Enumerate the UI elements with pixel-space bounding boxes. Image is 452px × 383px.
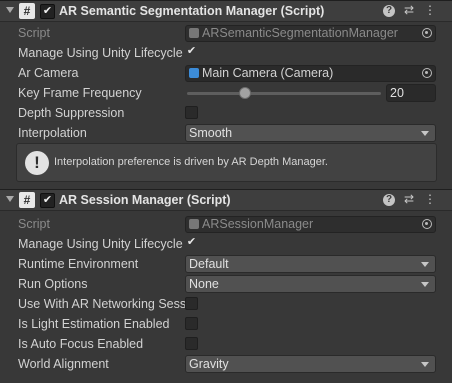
object-picker-icon <box>422 219 432 229</box>
world-alignment-value: Gravity <box>189 357 229 371</box>
foldout-arrow-icon[interactable] <box>6 7 14 13</box>
script-value: ARSemanticSegmentationManager <box>202 26 398 40</box>
component-header-semantic-segmentation[interactable]: # ✔ AR Semantic Segmentation Manager (Sc… <box>0 0 452 22</box>
manage-lifecycle-label: Manage Using Unity Lifecycle <box>18 46 183 60</box>
script-label: Script <box>18 217 50 231</box>
component-enabled-checkbox[interactable]: ✔ <box>40 193 55 208</box>
more-icon[interactable]: ⋮ <box>423 192 437 206</box>
script-icon: # <box>19 3 35 19</box>
key-frame-slider-handle[interactable] <box>239 87 252 99</box>
object-picker-icon <box>422 28 432 38</box>
component-header-session-manager[interactable]: # ✔ AR Session Manager (Script) ? ⇄ ⋮ <box>0 189 452 211</box>
script-label: Script <box>18 26 50 40</box>
world-alignment-dropdown[interactable]: Gravity <box>185 355 436 373</box>
light-estimation-label: Is Light Estimation Enabled <box>18 317 170 331</box>
world-alignment-label: World Alignment <box>18 357 109 371</box>
networking-checkbox[interactable] <box>185 297 198 310</box>
chevron-down-icon <box>421 131 429 136</box>
presets-icon[interactable]: ⇄ <box>402 3 416 17</box>
chevron-down-icon <box>421 282 429 287</box>
key-frame-label: Key Frame Frequency <box>18 86 142 100</box>
manage-lifecycle-checkbox[interactable]: ✔ <box>185 46 198 59</box>
script-icon: # <box>19 192 35 208</box>
camera-icon <box>189 68 199 78</box>
component-title: AR Semantic Segmentation Manager (Script… <box>59 4 325 18</box>
component-enabled-checkbox[interactable]: ✔ <box>40 4 55 19</box>
key-frame-slider-track[interactable] <box>187 92 381 95</box>
object-picker-icon[interactable] <box>422 68 432 78</box>
help-text: Interpolation preference is driven by AR… <box>54 156 328 168</box>
depth-suppression-label: Depth Suppression <box>18 106 125 120</box>
run-options-value: None <box>189 277 219 291</box>
script-file-icon <box>189 28 199 38</box>
manage-lifecycle-label: Manage Using Unity Lifecycle <box>18 237 183 251</box>
help-icon[interactable]: ? <box>383 194 395 206</box>
more-icon[interactable]: ⋮ <box>423 3 437 17</box>
help-icon[interactable]: ? <box>383 5 395 17</box>
script-value: ARSessionManager <box>202 217 314 231</box>
runtime-environment-label: Runtime Environment <box>18 257 139 271</box>
interpolation-label: Interpolation <box>18 126 87 140</box>
key-frame-input[interactable]: 20 <box>386 84 436 102</box>
script-field: ARSessionManager <box>185 216 436 233</box>
info-icon: ! <box>25 151 49 175</box>
auto-focus-checkbox[interactable] <box>185 337 198 350</box>
networking-label: Use With AR Networking Session <box>18 297 185 311</box>
ar-camera-label: Ar Camera <box>18 66 79 80</box>
presets-icon[interactable]: ⇄ <box>402 192 416 206</box>
chevron-down-icon <box>421 262 429 267</box>
run-options-dropdown[interactable]: None <box>185 275 436 293</box>
component-title: AR Session Manager (Script) <box>59 193 231 207</box>
runtime-environment-dropdown[interactable]: Default <box>185 255 436 273</box>
interpolation-value: Smooth <box>189 126 233 140</box>
auto-focus-label: Is Auto Focus Enabled <box>18 337 144 351</box>
run-options-label: Run Options <box>18 277 88 291</box>
runtime-environment-value: Default <box>189 257 229 271</box>
script-field: ARSemanticSegmentationManager <box>185 25 436 42</box>
chevron-down-icon <box>421 362 429 367</box>
foldout-arrow-icon[interactable] <box>6 196 14 202</box>
manage-lifecycle-checkbox[interactable]: ✔ <box>185 237 198 250</box>
script-file-icon <box>189 219 199 229</box>
depth-suppression-checkbox[interactable] <box>185 106 198 119</box>
help-box: ! Interpolation preference is driven by … <box>16 143 437 182</box>
light-estimation-checkbox[interactable] <box>185 317 198 330</box>
ar-camera-value: Main Camera (Camera) <box>202 66 334 80</box>
ar-camera-field[interactable]: Main Camera (Camera) <box>185 65 436 82</box>
interpolation-dropdown[interactable]: Smooth <box>185 124 436 142</box>
